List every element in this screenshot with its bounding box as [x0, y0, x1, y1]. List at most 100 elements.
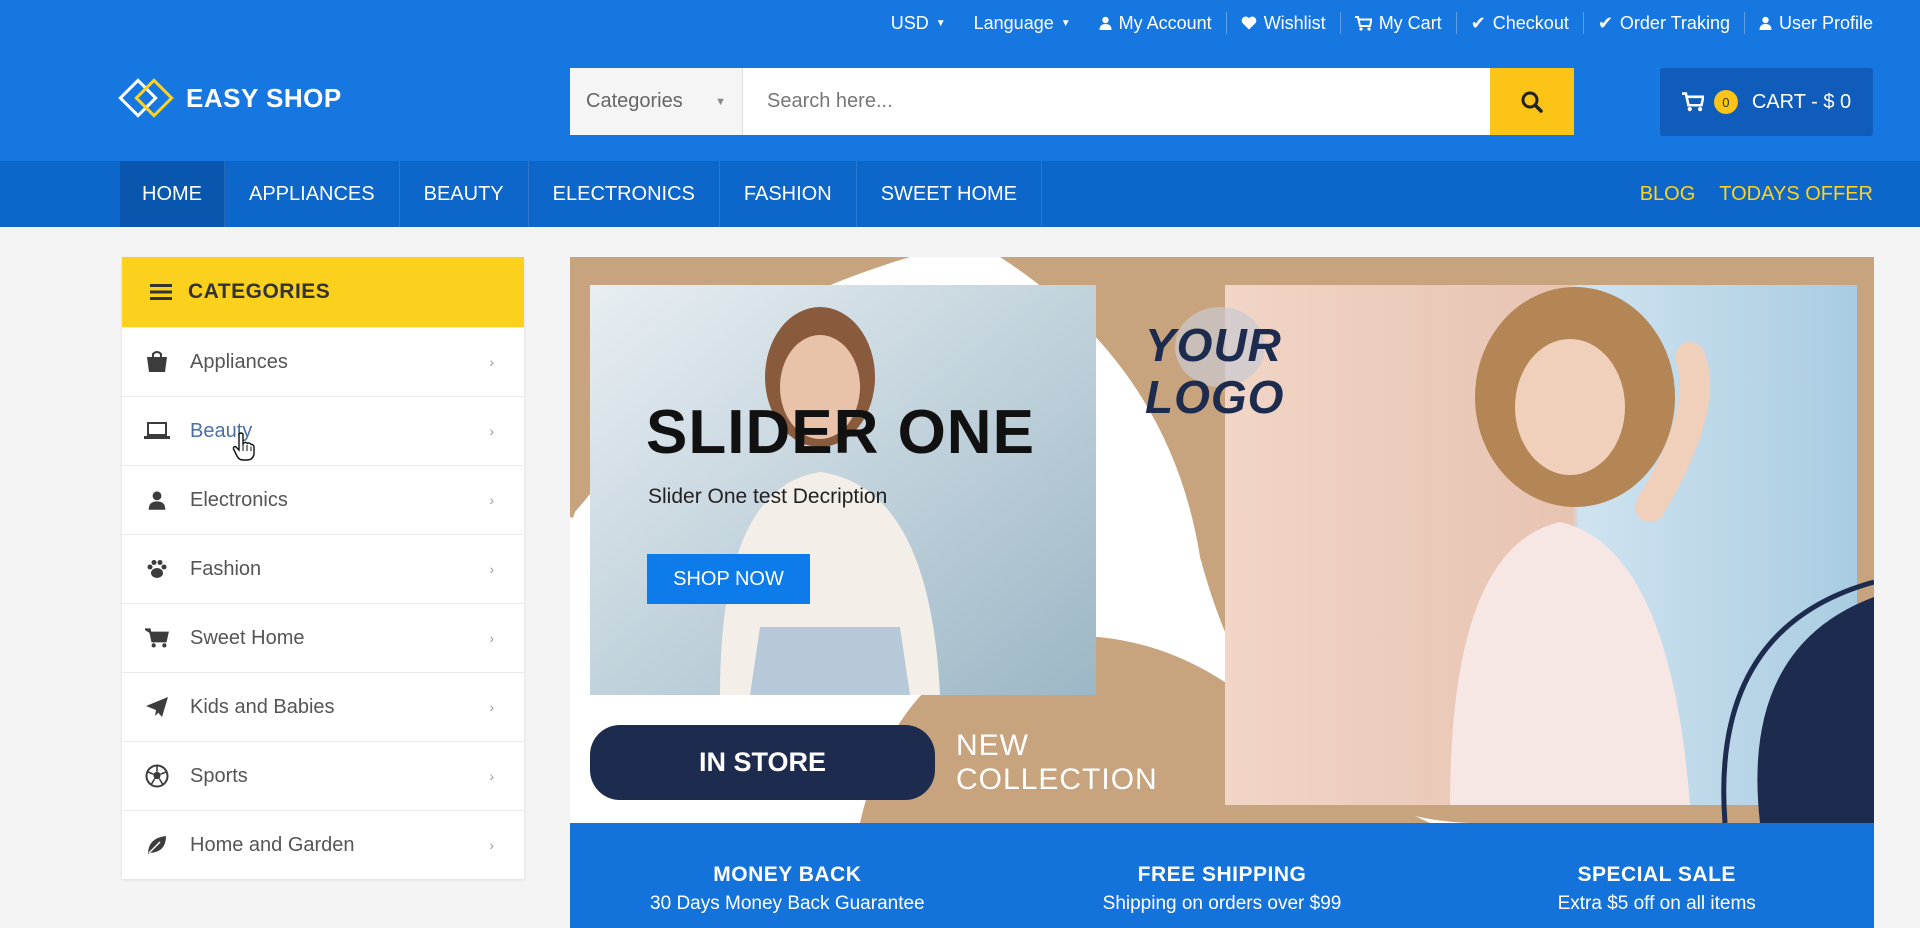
chevron-right-icon: ›	[489, 768, 494, 784]
logo-mark-icon	[118, 76, 178, 120]
cart-total-label: CART - $ 0	[1751, 90, 1852, 113]
chevron-right-icon: ›	[489, 837, 494, 853]
search-icon	[1521, 91, 1543, 113]
wishlist-label: Wishlist	[1263, 12, 1326, 33]
feature-subtitle: Shipping on orders over $99	[1102, 893, 1342, 914]
feature-money-back: MONEY BACK 30 Days Money Back Guarantee	[570, 823, 1005, 928]
my-account-label: My Account	[1118, 12, 1212, 33]
shop-now-button[interactable]: SHOP NOW	[647, 554, 810, 604]
sidebar-item-home-and-garden[interactable]: Home and Garden ›	[122, 810, 524, 879]
main-nav: HOME APPLIANCES BEAUTY ELECTRONICS FASHI…	[0, 161, 1920, 227]
my-cart-label: My Cart	[1378, 12, 1442, 33]
categories-sidebar: CATEGORIES Appliances › Beauty › Electro…	[122, 257, 524, 879]
chevron-down-icon: ▼	[715, 95, 726, 108]
order-tracking-label: Order Traking	[1619, 12, 1730, 33]
search-bar: Categories ▼	[570, 68, 1574, 135]
site-logo[interactable]: EASY SHOP	[118, 76, 342, 120]
user-icon	[1759, 16, 1772, 30]
nav-item-beauty[interactable]: BEAUTY	[400, 161, 529, 227]
header-cart-button[interactable]: 0 CART - $ 0	[1660, 68, 1873, 136]
nav-item-home[interactable]: HOME	[120, 161, 225, 227]
sidebar-item-label: Electronics	[190, 488, 288, 511]
nav-item-todays-offer[interactable]: TODAYS OFFER	[1719, 183, 1873, 206]
sidebar-item-beauty[interactable]: Beauty ›	[122, 396, 524, 465]
search-category-label: Categories	[586, 90, 683, 112]
slider-title: SLIDER ONE	[646, 398, 1035, 467]
user-icon	[144, 487, 170, 513]
nav-item-fashion[interactable]: FASHION	[720, 161, 857, 227]
feature-subtitle: Extra $5 off on all items	[1557, 893, 1756, 914]
order-tracking-link[interactable]: ✔ Order Traking	[1582, 12, 1744, 34]
sidebar-item-electronics[interactable]: Electronics ›	[122, 465, 524, 534]
sidebar-item-label: Home and Garden	[190, 833, 355, 856]
cart-icon	[1354, 15, 1372, 31]
feature-title: SPECIAL SALE	[1577, 863, 1736, 886]
slider-logo-text: YOUR LOGO	[1145, 319, 1284, 423]
paper-plane-icon	[144, 694, 170, 720]
chevron-right-icon: ›	[489, 423, 494, 439]
wishlist-link[interactable]: Wishlist	[1225, 12, 1340, 34]
categories-title: CATEGORIES	[188, 280, 331, 303]
sidebar-item-label: Kids and Babies	[190, 695, 335, 718]
sidebar-item-kids-and-babies[interactable]: Kids and Babies ›	[122, 672, 524, 741]
in-store-badge: IN STORE	[590, 725, 935, 800]
language-label: Language	[973, 12, 1054, 33]
chevron-down-icon: ▼	[1060, 17, 1071, 29]
laptop-icon	[144, 418, 170, 444]
my-cart-link[interactable]: My Cart	[1339, 12, 1456, 34]
sidebar-item-sports[interactable]: Sports ›	[122, 741, 524, 810]
hand-cursor-icon	[232, 432, 255, 461]
sidebar-item-sweet-home[interactable]: Sweet Home ›	[122, 603, 524, 672]
checkout-link[interactable]: ✔ Checkout	[1455, 12, 1583, 34]
sidebar-item-label: Sports	[190, 764, 248, 787]
nav-right-links: BLOG TODAYS OFFER	[1640, 161, 1873, 227]
currency-selector[interactable]: USD ▼	[877, 12, 960, 34]
new-collection-line: COLLECTION	[956, 763, 1158, 796]
checkout-label: Checkout	[1492, 12, 1569, 33]
check-icon: ✔	[1597, 12, 1613, 33]
user-profile-label: User Profile	[1778, 12, 1873, 33]
nav-item-sweet-home[interactable]: SWEET HOME	[857, 161, 1042, 227]
cart-icon	[1681, 92, 1704, 112]
nav-item-blog[interactable]: BLOG	[1640, 183, 1696, 206]
sidebar-item-label: Fashion	[190, 557, 262, 580]
new-collection-text: NEW COLLECTION	[956, 729, 1158, 797]
header: EASY SHOP Categories ▼ 0 CART - $ 0	[0, 48, 1920, 161]
feature-subtitle: 30 Days Money Back Guarantee	[650, 893, 925, 914]
chevron-right-icon: ›	[489, 630, 494, 646]
nav-item-electronics[interactable]: ELECTRONICS	[529, 161, 720, 227]
logo-text: EASY SHOP	[186, 82, 342, 113]
soccer-ball-icon	[144, 763, 170, 789]
language-selector[interactable]: Language ▼	[960, 12, 1085, 34]
user-icon	[1099, 16, 1112, 30]
chevron-right-icon: ›	[489, 354, 494, 370]
chevron-down-icon: ▼	[935, 17, 946, 29]
sidebar-item-appliances[interactable]: Appliances ›	[122, 327, 524, 396]
nav-item-appliances[interactable]: APPLIANCES	[225, 161, 400, 227]
feature-title: FREE SHIPPING	[1137, 863, 1307, 886]
chevron-right-icon: ›	[489, 699, 494, 715]
chevron-right-icon: ›	[489, 492, 494, 508]
top-links: USD ▼ Language ▼ My Account Wishlist My …	[877, 12, 1873, 34]
categories-header[interactable]: CATEGORIES	[122, 257, 524, 327]
search-button[interactable]	[1490, 68, 1574, 135]
shopping-bag-icon	[144, 349, 170, 375]
leaf-icon	[144, 832, 170, 858]
feature-free-shipping: FREE SHIPPING Shipping on orders over $9…	[1005, 823, 1440, 928]
user-profile-link[interactable]: User Profile	[1743, 12, 1873, 34]
sidebar-item-label: Sweet Home	[190, 626, 305, 649]
sidebar-item-fashion[interactable]: Fashion ›	[122, 534, 524, 603]
cart-icon	[144, 625, 170, 651]
slider-description: Slider One test Decription	[648, 485, 888, 508]
slider-logo-line: LOGO	[1145, 371, 1285, 423]
search-category-select[interactable]: Categories ▼	[570, 68, 743, 135]
feature-special-sale: SPECIAL SALE Extra $5 off on all items	[1439, 823, 1874, 928]
main-menu: HOME APPLIANCES BEAUTY ELECTRONICS FASHI…	[120, 161, 1042, 227]
cart-count-badge: 0	[1713, 90, 1738, 114]
slider-logo-line: YOUR	[1145, 319, 1282, 371]
my-account-link[interactable]: My Account	[1085, 12, 1226, 34]
top-bar: USD ▼ Language ▼ My Account Wishlist My …	[0, 0, 1920, 48]
chevron-right-icon: ›	[489, 561, 494, 577]
search-input[interactable]	[743, 68, 1490, 135]
hero-slider[interactable]: YOUR LOGO SLIDER ONE Slider One test Dec…	[570, 257, 1874, 823]
